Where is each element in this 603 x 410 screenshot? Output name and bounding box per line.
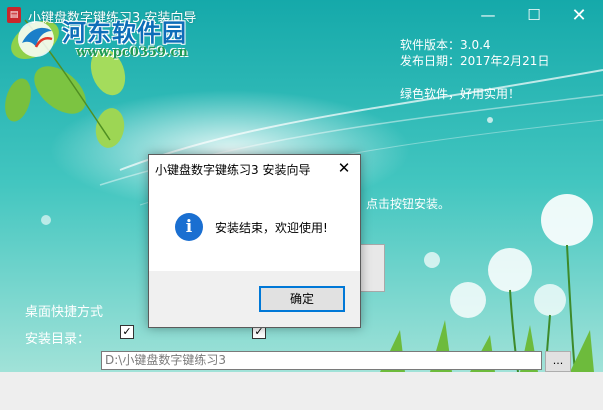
desktop-shortcut-label: 桌面快捷方式 — [25, 305, 104, 320]
dialog-footer: 确定 — [149, 271, 360, 327]
dialog-close-button[interactable]: ✕ — [332, 157, 356, 179]
close-button[interactable]: ✕ — [557, 2, 601, 28]
install-dir-label: 安装目录： — [25, 332, 91, 347]
watermark-bird-icon — [18, 21, 54, 57]
install-hint: 点击按钮安装。 — [366, 197, 451, 211]
minimize-button[interactable]: — — [466, 2, 510, 28]
install-path-input[interactable]: D:\小键盘数字键练习3 — [101, 351, 542, 370]
browse-button[interactable]: ... — [545, 351, 571, 372]
info-icon: i — [175, 213, 203, 241]
tagline: 绿色软件，好用实用！ — [400, 87, 521, 101]
watermark-logo: 河东软件园 — [62, 18, 187, 47]
release-date: 发布日期：2017年2月21日 — [400, 54, 550, 68]
dialog-body: i 安装结束，欢迎使用! — [149, 186, 360, 271]
desktop-shortcut-checkbox[interactable]: ✓ — [120, 325, 134, 339]
watermark-url: www.pc0359.cn — [76, 45, 188, 60]
maximize-button[interactable]: ☐ — [512, 2, 556, 28]
ok-button[interactable]: 确定 — [259, 286, 345, 312]
bottom-bar — [0, 372, 603, 410]
dialog-title: 小键盘数字键练习3 安装向导 — [155, 163, 311, 177]
installer-window: ▤ 小键盘数字键练习3 安装向导 — ☐ ✕ 河东软件园 www.pc0359.… — [0, 0, 603, 410]
dialog-message: 安装结束，欢迎使用! — [215, 221, 328, 235]
install-complete-dialog: 小键盘数字键练习3 安装向导 ✕ i 安装结束，欢迎使用! 确定 — [148, 154, 361, 328]
software-version: 软件版本：3.0.4 — [400, 38, 491, 52]
